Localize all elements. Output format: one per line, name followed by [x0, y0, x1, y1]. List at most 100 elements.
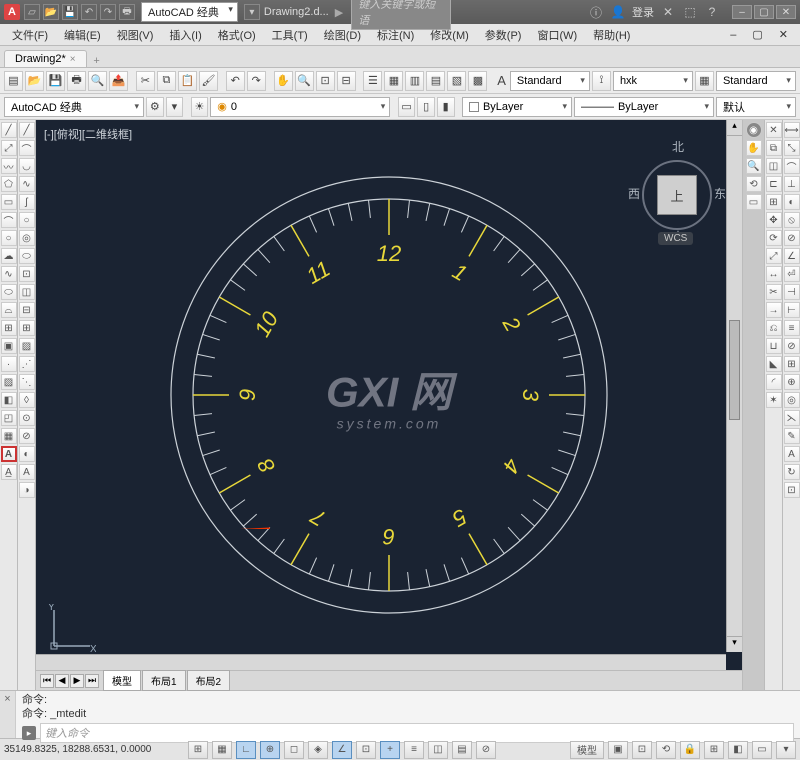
polar-toggle[interactable]: ⊕ — [260, 741, 280, 759]
tab-close-icon[interactable]: × — [70, 54, 76, 65]
xline-icon[interactable]: ⤢ — [1, 140, 17, 156]
misc13-icon[interactable]: ◑ — [19, 482, 35, 498]
mirror-icon[interactable]: ◫ — [766, 158, 782, 174]
layer-dropdown[interactable]: ◉ 0 — [210, 97, 390, 117]
dim-break-icon[interactable]: ⊘ — [784, 338, 800, 354]
addselected-icon[interactable]: A̲ — [1, 464, 17, 480]
explode-icon[interactable]: ✶ — [766, 392, 782, 408]
scale-icon[interactable]: ⤢ — [766, 248, 782, 264]
dim-lin-icon[interactable]: ⟷ — [784, 122, 800, 138]
tab-layout1[interactable]: 布局1 — [142, 670, 186, 691]
curve-icon[interactable]: ʃ — [19, 194, 35, 210]
viewcube-north[interactable]: 北 — [672, 138, 684, 155]
misc10-icon[interactable]: ⊘ — [19, 428, 35, 444]
grid-toggle[interactable]: ▦ — [212, 741, 232, 759]
circle-icon[interactable]: ○ — [1, 230, 17, 246]
misc5-icon[interactable]: ▨ — [19, 338, 35, 354]
break-icon[interactable]: ⎌ — [766, 320, 782, 336]
line-icon[interactable]: ╱ — [1, 122, 17, 138]
tab-next-icon[interactable]: ▶ — [70, 674, 84, 688]
doc-next-icon[interactable]: ▶ — [335, 6, 343, 19]
open-icon[interactable]: 📂 — [25, 71, 44, 91]
designcenter-icon[interactable]: ▦ — [384, 71, 403, 91]
center-icon[interactable]: ⊕ — [784, 374, 800, 390]
doc-min-icon[interactable]: – — [722, 27, 744, 43]
help-icon[interactable]: ? — [704, 4, 720, 20]
layeriso-icon[interactable]: ▭ — [398, 97, 416, 117]
linetype-dropdown[interactable]: ――― ByLayer — [574, 97, 714, 117]
lwt-toggle[interactable]: ≡ — [404, 741, 424, 759]
annoscale-icon[interactable]: ⟲ — [656, 741, 676, 759]
scroll-thumb[interactable] — [729, 320, 740, 420]
menu-help[interactable]: 帮助(H) — [585, 25, 638, 45]
dim-jog-icon[interactable]: ⦸ — [784, 212, 800, 228]
tab-layout2[interactable]: 布局2 — [187, 670, 231, 691]
qat-new-icon[interactable]: ▱ — [24, 4, 40, 20]
extend-icon[interactable]: → — [766, 302, 782, 318]
array-icon[interactable]: ⊞ — [766, 194, 782, 210]
dim-dia-icon[interactable]: ⊘ — [784, 230, 800, 246]
menu-tools[interactable]: 工具(T) — [264, 25, 316, 45]
sb-1-icon[interactable]: ▣ — [608, 741, 628, 759]
qat-more-icon[interactable]: ▾ — [244, 4, 260, 20]
ellipse-icon[interactable]: ⬭ — [1, 284, 17, 300]
properties-icon[interactable]: ☰ — [363, 71, 382, 91]
copy2-icon[interactable]: ⧉ — [766, 140, 782, 156]
mtext-icon[interactable]: A — [1, 446, 17, 462]
menu-edit[interactable]: 编辑(E) — [56, 25, 109, 45]
redo-icon[interactable]: ↷ — [247, 71, 266, 91]
misc3-icon[interactable]: ⊟ — [19, 302, 35, 318]
misc2-icon[interactable]: ◫ — [19, 284, 35, 300]
line2-icon[interactable]: ╱ — [19, 122, 35, 138]
sb-2-icon[interactable]: ⊡ — [632, 741, 652, 759]
doc-max-icon[interactable]: ▢ — [744, 26, 770, 43]
misc6-icon[interactable]: ⋰ — [19, 356, 35, 372]
tab-prev-icon[interactable]: ◀ — [55, 674, 69, 688]
misc1-icon[interactable]: ⊡ — [19, 266, 35, 282]
fillet-icon[interactable]: ◜ — [766, 374, 782, 390]
nav-orbit-icon[interactable]: ⟲ — [746, 176, 762, 192]
zoom-window-icon[interactable]: ⊡ — [316, 71, 335, 91]
dyn-toggle[interactable]: + — [380, 741, 400, 759]
chamfer-icon[interactable]: ◣ — [766, 356, 782, 372]
preview-icon[interactable]: 🔍 — [88, 71, 107, 91]
ducs-toggle[interactable]: ⊡ — [356, 741, 376, 759]
tab-first-icon[interactable]: ⏮ — [40, 674, 54, 688]
pan-icon[interactable]: ✋ — [274, 71, 293, 91]
misc12-icon[interactable]: A — [19, 464, 35, 480]
view-cube[interactable]: 北 西 东 南 上 WCS — [632, 130, 722, 250]
new-tab-button[interactable]: + — [87, 55, 107, 67]
menu-parametric[interactable]: 参数(P) — [477, 25, 530, 45]
qat-redo-icon[interactable]: ↷ — [100, 4, 116, 20]
revcloud-icon[interactable]: ☁ — [1, 248, 17, 264]
ws-save-icon[interactable]: ▾ — [166, 97, 184, 117]
plot-icon[interactable]: 🖶 — [67, 71, 86, 91]
3dosnap-toggle[interactable]: ◈ — [308, 741, 328, 759]
match-icon[interactable]: 🖌 — [199, 71, 218, 91]
text-style-dropdown[interactable]: Standard — [510, 71, 590, 91]
wcs-label[interactable]: WCS — [658, 232, 693, 245]
model-pspace-toggle[interactable]: 模型 — [570, 741, 604, 759]
login-label[interactable]: 登录 — [632, 4, 654, 20]
hatch-icon[interactable]: ▨ — [1, 374, 17, 390]
menu-view[interactable]: 视图(V) — [109, 25, 162, 45]
publish-icon[interactable]: 📤 — [109, 71, 128, 91]
jogline-icon[interactable]: ⋋ — [784, 410, 800, 426]
region-icon[interactable]: ◰ — [1, 410, 17, 426]
exchange-icon[interactable]: ✕ — [660, 4, 676, 20]
dim-arc-icon[interactable]: ⌒ — [784, 158, 800, 174]
viewcube-west[interactable]: 西 — [628, 185, 640, 202]
layermatch-icon[interactable]: ▯ — [417, 97, 435, 117]
markup-icon[interactable]: ▧ — [447, 71, 466, 91]
snap-toggle[interactable]: ⊞ — [188, 741, 208, 759]
offset-icon[interactable]: ⊏ — [766, 176, 782, 192]
join-icon[interactable]: ⊔ — [766, 338, 782, 354]
misc8-icon[interactable]: ◊ — [19, 392, 35, 408]
undo-icon[interactable]: ↶ — [226, 71, 245, 91]
dimupdate-icon[interactable]: ↻ — [784, 464, 800, 480]
menu-dimension[interactable]: 标注(N) — [369, 25, 422, 45]
point-icon[interactable]: · — [1, 356, 17, 372]
maximize-button[interactable]: ▢ — [754, 5, 774, 19]
cut-icon[interactable]: ✂ — [136, 71, 155, 91]
misc4-icon[interactable]: ⊞ — [19, 320, 35, 336]
